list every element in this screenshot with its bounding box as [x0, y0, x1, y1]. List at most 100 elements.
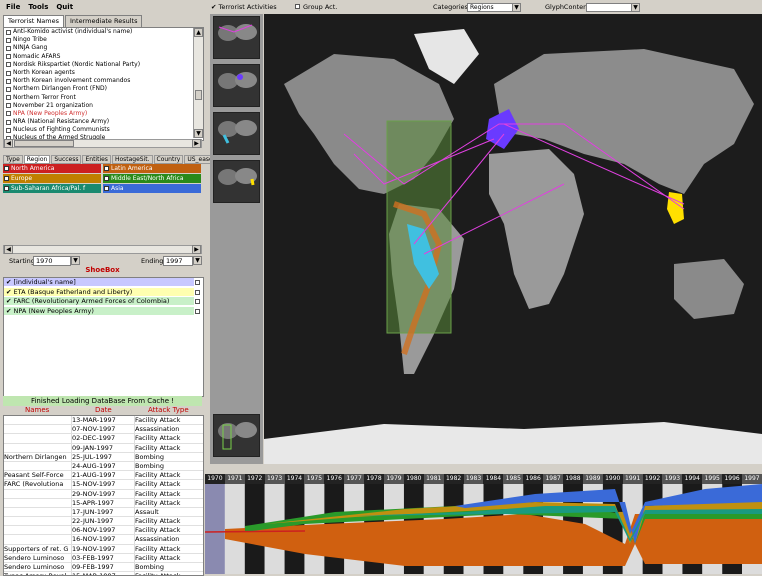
org-list-item[interactable]: North Korean agents — [4, 69, 203, 77]
filter-scroll-right[interactable]: ▶ — [192, 245, 201, 254]
year-label[interactable]: 1981 — [423, 474, 444, 484]
tab-terrorist-names[interactable]: Terrorist Names — [3, 15, 64, 27]
filter-tab[interactable]: Type — [3, 155, 23, 164]
filter-scroll-left[interactable]: ◀ — [4, 245, 13, 254]
ending-year-select[interactable]: 1997 — [163, 256, 193, 266]
filter-tab[interactable]: Country — [153, 155, 184, 164]
table-row[interactable]: 15-APR-1997 Facility Attack — [4, 498, 203, 508]
menu-quit[interactable]: Quit — [56, 3, 73, 11]
map-thumbnail[interactable] — [213, 112, 260, 155]
ending-dropdown-icon[interactable]: ▼ — [193, 256, 202, 265]
region-checkbox[interactable] — [4, 176, 9, 181]
region-item[interactable]: Sub-Saharan Africa/Pal. f — [3, 184, 101, 193]
year-label[interactable]: 1992 — [642, 474, 663, 484]
org-list-scrollbar[interactable]: ▲ ▼ — [193, 28, 203, 138]
categories-dropdown-icon[interactable]: ▼ — [512, 3, 521, 12]
org-list-item[interactable]: NRA (National Resistance Army) — [4, 118, 203, 126]
org-checkbox[interactable] — [6, 119, 11, 125]
col-names[interactable]: Names — [25, 406, 49, 414]
world-map[interactable] — [264, 14, 762, 464]
org-list-hscrollbar[interactable]: ◀ ▶ — [3, 139, 202, 148]
col-attack-type[interactable]: Attack Type — [148, 406, 189, 414]
map-thumbnail[interactable] — [213, 160, 260, 203]
shoebox-item[interactable]: ✔ NPA (New Peoples Army) — [4, 306, 194, 316]
org-checkbox[interactable] — [6, 95, 11, 101]
glyph-dropdown-icon[interactable]: ▼ — [631, 3, 640, 12]
org-list-item[interactable]: North Korean involvement commandos — [4, 77, 203, 85]
org-checkbox[interactable] — [6, 86, 11, 92]
menu-file[interactable]: File — [6, 3, 20, 11]
map-thumbnail[interactable] — [213, 64, 260, 107]
org-checkbox[interactable] — [6, 78, 11, 84]
terrorist-activities-check[interactable]: ✔ Terrorist Activities — [211, 3, 277, 11]
table-row[interactable]: Sendero Luminoso 09-FEB-1997 Bombing — [4, 563, 203, 573]
org-list-item[interactable]: Northern Terror Front — [4, 94, 203, 102]
filter-hscrollbar[interactable]: ◀ ▶ — [3, 245, 202, 254]
year-label[interactable]: 1979 — [384, 474, 404, 484]
region-checkbox[interactable] — [104, 186, 109, 191]
year-label[interactable]: 1995 — [702, 474, 723, 484]
org-checkbox[interactable] — [6, 111, 11, 117]
group-act-checkbox[interactable] — [295, 4, 300, 9]
org-list-item[interactable]: Northern Dirlangen Front (FND) — [4, 85, 203, 93]
table-row[interactable]: 02-DEC-1997 Facility Attack — [4, 434, 203, 444]
org-list-item[interactable]: Nomadic AFARS — [4, 53, 203, 61]
year-label[interactable]: 1996 — [722, 474, 743, 484]
scroll-up-button[interactable]: ▲ — [194, 28, 203, 37]
table-row[interactable]: 17-JUN-1997 Assault — [4, 507, 203, 518]
region-checkbox[interactable] — [4, 186, 9, 191]
org-checkbox[interactable] — [6, 37, 11, 43]
scroll-right-button[interactable]: ▶ — [192, 139, 201, 148]
org-checkbox[interactable] — [6, 70, 11, 76]
shoebox-item[interactable]: ✔ ETA (Basque Fatherland and Liberty) — [4, 287, 194, 297]
year-label[interactable]: 1993 — [662, 474, 683, 484]
table-row[interactable]: 07-NOV-1997 Assassination — [4, 425, 203, 435]
year-label[interactable]: 1997 — [742, 474, 762, 484]
table-row[interactable]: Tupac Amaru Revol15-MAR-1997Facility Att… — [4, 572, 203, 575]
menu-tools[interactable]: Tools — [28, 3, 48, 11]
year-label[interactable]: 1977 — [344, 474, 365, 484]
year-label[interactable]: 1980 — [403, 474, 424, 484]
table-row[interactable]: Supporters of ret. G 19-NOV-1997 Facility … — [4, 544, 203, 554]
shoebox-toggle[interactable] — [195, 299, 200, 304]
org-checkbox[interactable] — [6, 62, 11, 68]
table-row[interactable]: Northern Dirlangen 25-JUL-1997 Bombing — [4, 452, 203, 462]
table-row[interactable]: 06-NOV-1997 Facility Attack — [4, 526, 203, 536]
year-label[interactable]: 1990 — [602, 474, 623, 484]
region-checkbox[interactable] — [104, 166, 109, 171]
org-checkbox[interactable] — [6, 103, 11, 109]
map-thumbnail[interactable] — [213, 414, 260, 457]
table-row[interactable]: FARC (Revolutiona 15-NOV-1997 Facility Att… — [4, 480, 203, 490]
year-label[interactable]: 1983 — [463, 474, 484, 484]
org-checkbox[interactable] — [6, 29, 11, 35]
table-row[interactable]: Peasant Self-Force 21-AUG-1997 Facility At… — [4, 471, 203, 481]
organization-list[interactable]: Anti-Komido activist (individual's name)… — [3, 27, 204, 141]
filter-tab[interactable]: Region — [23, 155, 51, 164]
year-label[interactable]: 1976 — [324, 474, 345, 484]
year-label[interactable]: 1989 — [582, 474, 603, 484]
table-row[interactable]: 16-NOV-1997 Assassination — [4, 535, 203, 545]
year-label[interactable]: 1984 — [483, 474, 504, 484]
table-row[interactable]: 22-JUN-1997 Facility Attack — [4, 517, 203, 527]
scroll-thumb[interactable] — [195, 90, 202, 100]
filter-tab[interactable]: Entities — [82, 155, 111, 164]
table-row[interactable]: 09-JAN-1997 Facility Attack — [4, 443, 203, 453]
year-label[interactable]: 1991 — [622, 474, 643, 484]
year-label[interactable]: 1974 — [284, 474, 305, 484]
org-list-item[interactable]: Nordisk Rikspartiet (Nordic National Par… — [4, 61, 203, 69]
region-item[interactable]: Asia — [103, 184, 201, 193]
table-row[interactable]: 24-AUG-1997 Bombing — [4, 461, 203, 472]
shoebox-item[interactable]: ✔ FARC (Revolutionary Armed Forces of Co… — [4, 297, 194, 306]
table-row[interactable]: 13-MAR-1997 Facility Attack — [4, 416, 203, 426]
year-label[interactable]: 1970 — [205, 474, 225, 484]
org-list-item[interactable]: NPA (New Peoples Army) — [4, 110, 203, 118]
year-label[interactable]: 1985 — [503, 474, 524, 484]
region-item[interactable]: Europe — [3, 174, 101, 183]
shoebox-list[interactable]: ✔ [individual's name] ✔ ETA (Basque Fathe… — [3, 277, 204, 397]
year-label[interactable]: 1975 — [304, 474, 325, 484]
filter-tab[interactable]: Success — [51, 155, 82, 164]
table-row[interactable]: 29-NOV-1997 Facility Attack — [4, 489, 203, 499]
org-checkbox[interactable] — [6, 54, 11, 60]
year-label[interactable]: 1986 — [523, 474, 544, 484]
year-label[interactable]: 1982 — [443, 474, 464, 484]
